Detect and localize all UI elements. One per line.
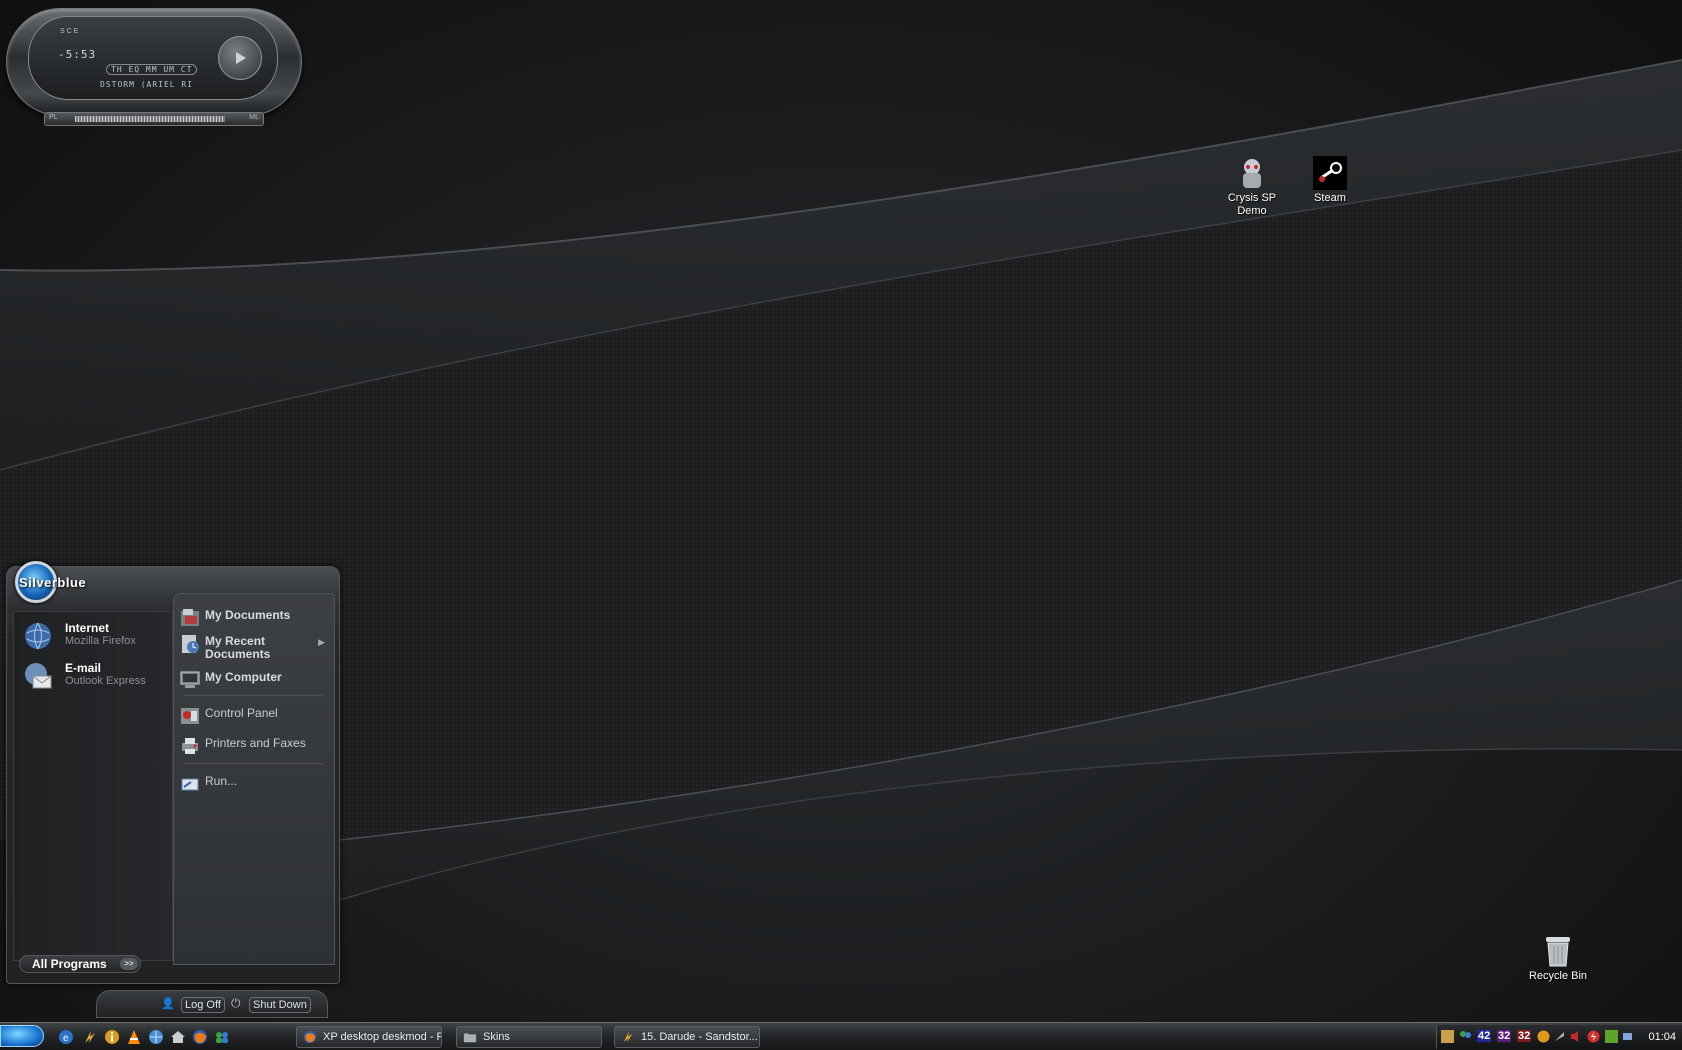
places-separator (183, 695, 323, 696)
tray-volume-icon[interactable] (1569, 1030, 1582, 1043)
pinned-item-subtitle: Mozilla Firefox (65, 635, 136, 647)
places-item-recent-documents[interactable]: My Recent Documents ▶ (179, 629, 327, 663)
taskbar: e XP desktop deskmod - F... Skins 15. Da… (0, 1022, 1682, 1050)
svg-text:e: e (63, 1033, 69, 1044)
control-panel-icon (179, 705, 201, 727)
log-off-button[interactable]: Log Off (181, 997, 225, 1013)
taskbar-clock[interactable]: 01:04 (1648, 1031, 1676, 1043)
firefox-icon (303, 1030, 317, 1044)
player-track-title: DSTORM (ARIEL RI (100, 80, 194, 89)
seek-bar-fill (75, 116, 225, 122)
ie-icon[interactable]: e (58, 1029, 74, 1045)
pinned-item-email[interactable]: E-mail Outlook Express (17, 659, 167, 693)
task-label: XP desktop deskmod - F... (323, 1031, 442, 1043)
power-icon: ⏻ (231, 996, 241, 1010)
task-label: Skins (483, 1031, 510, 1043)
network-icon[interactable] (148, 1029, 164, 1045)
printers-icon (179, 735, 201, 757)
recent-documents-icon (179, 633, 201, 655)
username: Silverblue (19, 575, 87, 590)
places-item-printers[interactable]: Printers and Faxes (179, 731, 327, 759)
play-button[interactable] (218, 36, 262, 80)
steam-icon (1313, 156, 1347, 190)
crysis-icon (1235, 156, 1269, 190)
all-programs-label: All Programs (32, 957, 107, 971)
tray-cpu-temp-3[interactable]: 32 (1517, 1030, 1532, 1042)
places-item-label: Control Panel (205, 706, 278, 720)
desktop-icon-steam[interactable]: Steam (1294, 156, 1366, 205)
playlist-label[interactable]: PL (49, 114, 58, 121)
places-item-label: My Documents (205, 608, 291, 622)
start-button[interactable] (0, 1025, 44, 1047)
desktop-icon-label: Recycle Bin (1528, 970, 1588, 982)
user-icon: 👤 (161, 998, 175, 1010)
tray-info-icon[interactable] (1537, 1030, 1550, 1043)
recycle-bin-icon (1541, 934, 1575, 968)
places-separator (183, 763, 323, 764)
places-item-my-computer[interactable]: My Computer (179, 665, 327, 693)
tray-cpu-temp-1[interactable]: 42 (1477, 1030, 1492, 1042)
winamp-icon (623, 1031, 633, 1043)
my-documents-icon (179, 607, 201, 629)
pinned-item-title: Internet (65, 621, 110, 635)
media-player-widget[interactable]: S C E -5:53 TH EQ MM UM CT DSTORM (ARIEL… (2, 2, 306, 138)
player-top-letters: S C E (60, 28, 79, 35)
my-computer-icon (179, 669, 201, 691)
session-controls: 👤 Log Off ⏻ Shut Down (96, 990, 328, 1018)
internet-icon (23, 621, 53, 651)
winamp-icon[interactable] (82, 1029, 98, 1045)
player-seek-bar[interactable]: PL ML (44, 112, 264, 126)
task-label: 15. Darude - Sandstor... (641, 1031, 758, 1043)
desktop-icon-label: Crysis SP Demo (1227, 192, 1277, 217)
desktop-icon-crysis[interactable]: Crysis SP Demo (1216, 156, 1288, 218)
taskbar-task-skins[interactable]: Skins (456, 1026, 602, 1048)
places-item-control-panel[interactable]: Control Panel (179, 701, 327, 729)
pinned-item-title: E-mail (65, 661, 102, 675)
places-item-label: Printers and Faxes (205, 736, 306, 750)
media-library-label[interactable]: ML (249, 114, 259, 121)
run-icon (179, 773, 201, 795)
player-eq-buttons[interactable]: TH EQ MM UM CT (106, 64, 198, 75)
email-icon (23, 661, 53, 691)
player-time-display: -5:53 (58, 48, 97, 61)
tray-tool-icon[interactable] (1553, 1030, 1566, 1043)
play-icon (236, 52, 246, 64)
desktop-icon-recycle-bin[interactable]: Recycle Bin (1522, 934, 1594, 983)
firefox-icon[interactable] (192, 1029, 208, 1045)
taskbar-task-firefox[interactable]: XP desktop deskmod - F... (296, 1026, 442, 1048)
pinned-item-subtitle: Outlook Express (65, 675, 146, 687)
places-item-label: Run... (205, 774, 238, 788)
folder-icon (463, 1033, 477, 1043)
all-programs-button[interactable]: All Programs >> (19, 955, 141, 973)
places-item-label: My Computer (205, 670, 282, 684)
pinned-item-internet[interactable]: Internet Mozilla Firefox (17, 619, 167, 653)
vlc-icon[interactable] (126, 1029, 142, 1045)
tray-cpu-temp-2[interactable]: 32 (1497, 1030, 1512, 1042)
home-icon[interactable] (170, 1029, 186, 1045)
info-icon[interactable] (104, 1029, 120, 1045)
start-menu: Silverblue Internet Mozilla Firefox E-ma… (6, 561, 340, 984)
places-item-run[interactable]: Run... (179, 769, 327, 797)
tray-network-icon[interactable] (1621, 1030, 1634, 1043)
messenger-icon[interactable] (214, 1029, 230, 1045)
tray-app-icon[interactable] (1441, 1030, 1454, 1043)
tray-users-icon[interactable] (1459, 1030, 1472, 1043)
shut-down-button[interactable]: Shut Down (249, 997, 311, 1013)
tray-flash-icon[interactable] (1587, 1030, 1600, 1043)
places-item-label: My Recent Documents (205, 634, 271, 661)
places-item-my-documents[interactable]: My Documents (179, 603, 327, 631)
system-tray: 42 32 32 01:04 (1436, 1025, 1682, 1049)
taskbar-task-winamp[interactable]: 15. Darude - Sandstor... (614, 1026, 760, 1048)
tray-nvidia-icon[interactable] (1605, 1030, 1618, 1043)
desktop-icon-label: Steam (1314, 192, 1346, 204)
submenu-arrow-icon: ▶ (318, 637, 325, 647)
chevron-right-icon: >> (120, 958, 138, 970)
